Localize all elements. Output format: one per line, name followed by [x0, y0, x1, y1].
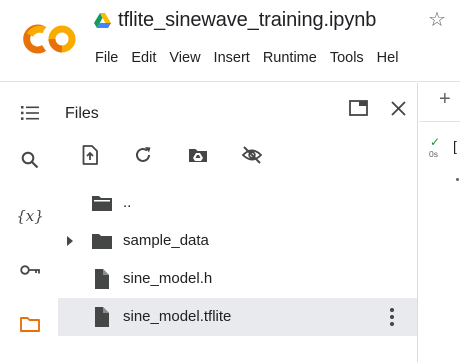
search-icon[interactable] — [17, 147, 43, 173]
menu-view[interactable]: View — [169, 48, 200, 68]
files-panel-title: Files — [65, 105, 99, 122]
upload-file-icon[interactable] — [78, 143, 102, 167]
file-label: sine_model.h — [123, 270, 213, 287]
variables-icon[interactable]: {x} — [16, 203, 44, 229]
file-row-sine-model-tflite[interactable]: sine_model.tflite — [58, 298, 417, 336]
toolbar-divider — [419, 121, 460, 122]
menu-runtime[interactable]: Runtime — [263, 48, 317, 68]
left-sidebar-rail: {x} — [0, 83, 58, 362]
file-label: sample_data — [123, 232, 209, 249]
add-code-cell-button[interactable]: + — [439, 89, 451, 109]
files-folder-icon[interactable] — [17, 311, 43, 337]
folder-icon — [92, 234, 112, 249]
refresh-icon[interactable] — [131, 143, 155, 167]
open-in-tab-icon[interactable] — [348, 98, 368, 118]
file-icon — [95, 307, 109, 327]
mount-drive-icon[interactable] — [186, 143, 210, 167]
table-of-contents-icon[interactable] — [17, 100, 43, 126]
file-row-sample-data[interactable]: sample_data — [58, 222, 417, 260]
star-icon[interactable]: ☆ — [428, 9, 446, 31]
chevron-right-icon[interactable] — [65, 235, 75, 247]
panel-actions — [348, 98, 408, 118]
file-tree: .. sample_data sine_model.h sine_model.t… — [58, 184, 417, 336]
check-icon: ✓ — [430, 135, 441, 149]
cell-dot — [456, 178, 459, 181]
menu-file[interactable]: File — [95, 48, 118, 68]
file-row-sine-model-h[interactable]: sine_model.h — [58, 260, 417, 298]
secrets-key-icon[interactable] — [17, 257, 43, 283]
notebook-area: + ✓ 0s [ — [419, 83, 460, 362]
more-options-icon[interactable] — [388, 306, 396, 328]
colab-logo[interactable] — [22, 22, 78, 56]
cell-bracket[interactable]: [ — [453, 138, 457, 154]
top-header: tflite_sinewave_training.ipynb ☆ File Ed… — [0, 0, 460, 82]
menu-tools[interactable]: Tools — [330, 48, 364, 68]
hide-files-icon[interactable] — [240, 143, 264, 167]
files-panel: Files .. sample_data sine_model.h sine_m… — [58, 83, 418, 362]
file-label: .. — [123, 194, 132, 211]
close-icon[interactable] — [388, 98, 408, 118]
notebook-title[interactable]: tflite_sinewave_training.ipynb — [118, 9, 376, 32]
folder-icon — [92, 196, 112, 211]
menu-edit[interactable]: Edit — [131, 48, 156, 68]
execution-time: 0s — [429, 149, 438, 159]
menu-bar: File Edit View Insert Runtime Tools Hel — [95, 48, 411, 68]
google-drive-icon — [94, 13, 111, 28]
file-row-parent[interactable]: .. — [58, 184, 417, 222]
menu-help[interactable]: Hel — [377, 48, 399, 68]
file-icon — [95, 269, 109, 289]
menu-insert[interactable]: Insert — [214, 48, 250, 68]
file-label: sine_model.tflite — [123, 308, 232, 325]
